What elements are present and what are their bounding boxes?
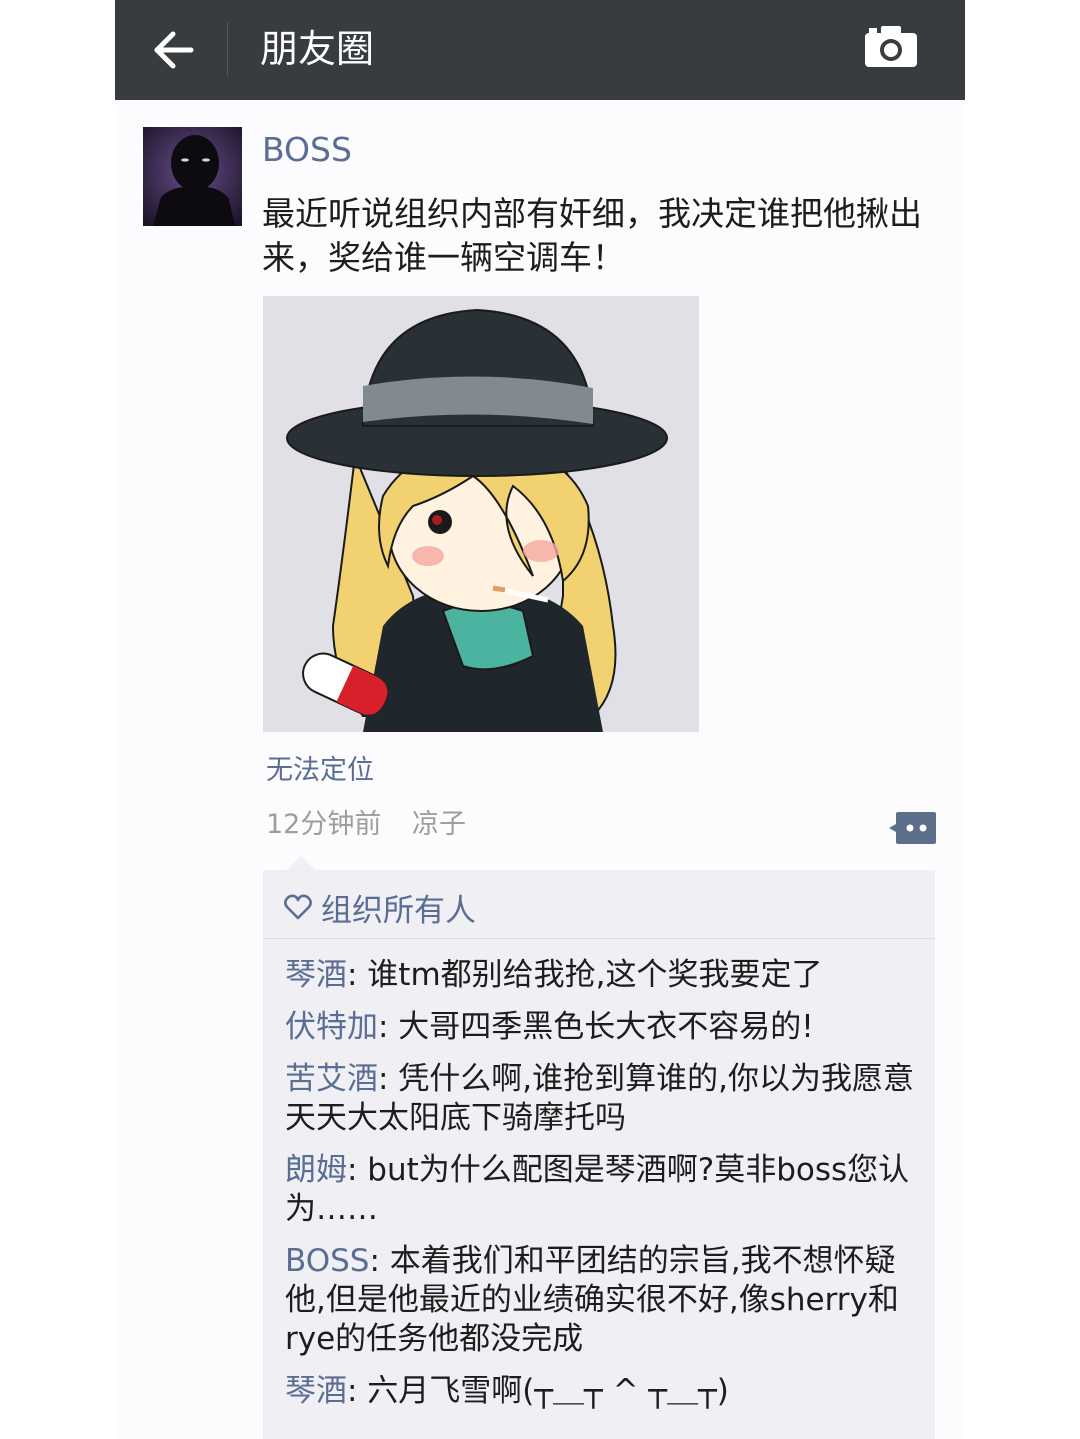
camera-icon xyxy=(865,26,917,67)
page-title: 朋友圈 xyxy=(260,27,375,71)
comment-item[interactable]: 伏特加: 大哥四季黑色长大衣不容易的! xyxy=(285,1008,925,1047)
heart-icon xyxy=(284,894,312,920)
back-button[interactable] xyxy=(145,22,201,78)
arrow-left-icon xyxy=(154,31,194,69)
comment-text: : 本着我们和平团结的宗旨,我不想怀疑他,但是他最近的业绩确实很不好,像sher… xyxy=(285,1243,899,1357)
comment-item[interactable]: 琴酒: 谁tm都别给我抢,这个奖我要定了 xyxy=(285,956,925,995)
comment-item[interactable]: 苦艾酒: 凭什么啊,谁抢到算谁的,你以为我愿意天天大太阳底下骑摩托吗 xyxy=(285,1060,925,1138)
comment-item[interactable]: 琴酒: 六月飞雪啊(┬＿┬ ^ ┬＿┬) xyxy=(285,1372,925,1411)
avatar[interactable] xyxy=(143,127,242,226)
comment-text: : but为什么配图是琴酒啊?莫非boss您认为…… xyxy=(285,1152,910,1227)
comment-text: : 大哥四季黑色长大衣不容易的! xyxy=(378,1009,814,1045)
comment-dots-icon xyxy=(889,812,936,844)
post-author[interactable]: BOSS xyxy=(262,130,352,169)
comment-list: 琴酒: 谁tm都别给我抢,这个奖我要定了 伏特加: 大哥四季黑色长大衣不容易的!… xyxy=(285,956,925,1424)
comment-item[interactable]: 朗姆: but为什么配图是琴酒啊?莫非boss您认为…… xyxy=(285,1151,925,1229)
top-bar: 朋友圈 xyxy=(115,0,965,100)
shadow-figure-avatar-image xyxy=(143,127,242,226)
comment-author[interactable]: 伏特加 xyxy=(285,1009,378,1045)
post-meta: 12分钟前 凉子 xyxy=(266,802,488,841)
comment-button[interactable] xyxy=(888,810,938,846)
comment-box: 组织所有人 琴酒: 谁tm都别给我抢,这个奖我要定了 伏特加: 大哥四季黑色长大… xyxy=(263,870,935,1439)
chibi-gin-illustration xyxy=(263,296,699,732)
comment-item[interactable]: BOSS: 本着我们和平团结的宗旨,我不想怀疑他,但是他最近的业绩确实很不好,像… xyxy=(285,1242,925,1359)
comment-text: : 六月飞雪啊(┬＿┬ ^ ┬＿┬) xyxy=(347,1373,729,1409)
comment-author[interactable]: 琴酒 xyxy=(285,957,347,993)
comment-text: : 谁tm都别给我抢,这个奖我要定了 xyxy=(347,957,823,993)
likes-row[interactable]: 组织所有人 xyxy=(283,884,476,930)
post-source[interactable]: 凉子 xyxy=(412,809,466,840)
likes-names: 组织所有人 xyxy=(321,892,476,929)
comment-text: : 凭什么啊,谁抢到算谁的,你以为我愿意天天大太阳底下骑摩托吗 xyxy=(285,1061,915,1136)
post-time: 12分钟前 xyxy=(266,809,382,840)
comment-author[interactable]: 苦艾酒 xyxy=(285,1061,378,1097)
comment-author[interactable]: 琴酒 xyxy=(285,1373,347,1409)
post-image[interactable] xyxy=(263,296,699,732)
comment-author[interactable]: 朗姆 xyxy=(285,1152,347,1188)
post-text: 最近听说组织内部有奸细，我决定谁把他揪出来，奖给谁一辆空调车！ xyxy=(262,194,922,277)
header-divider xyxy=(227,22,228,76)
wechat-moments-screen: 朋友圈 BOSS 最近听说组织内部有奸细，我决定谁把他揪出来，奖给谁一辆空调车！… xyxy=(115,0,965,1439)
camera-button[interactable] xyxy=(861,20,921,72)
comment-author[interactable]: BOSS xyxy=(285,1243,369,1279)
likes-divider xyxy=(263,938,935,939)
post-location[interactable]: 无法定位 xyxy=(266,748,374,787)
comment-box-arrow xyxy=(287,856,315,870)
